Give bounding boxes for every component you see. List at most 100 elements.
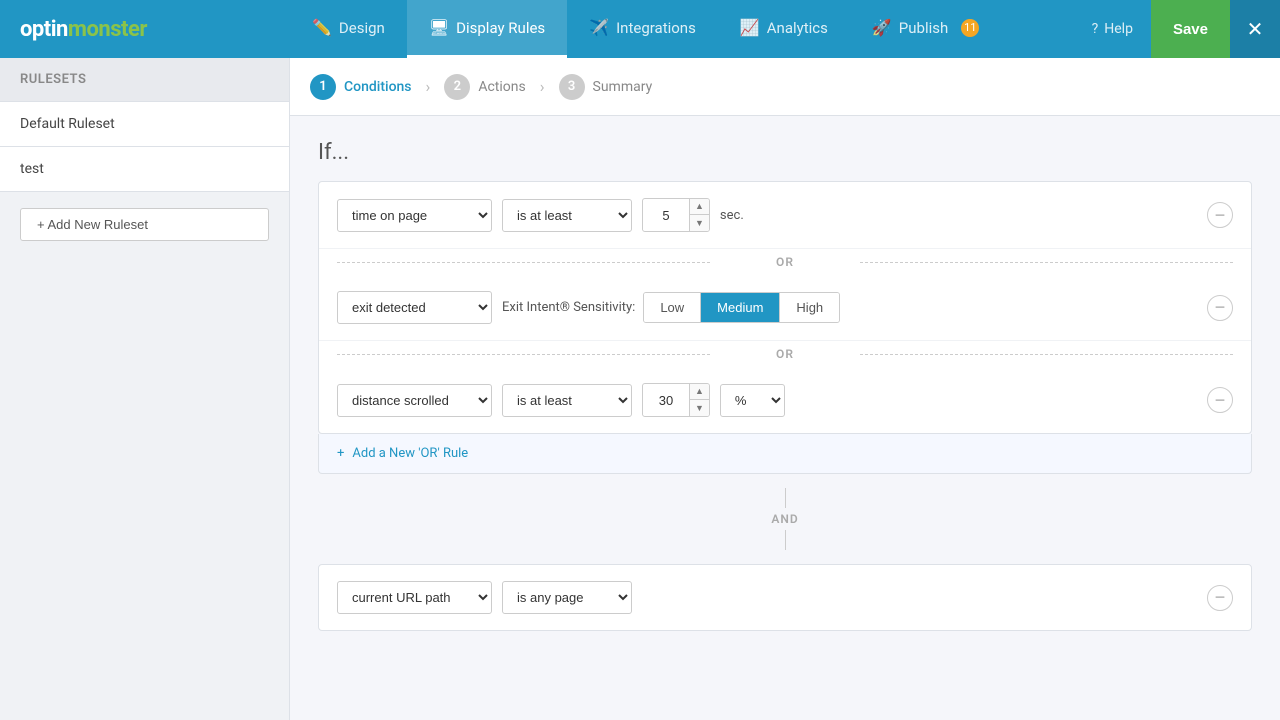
tab-integrations[interactable]: ✈️ Integrations — [567, 0, 718, 58]
sensitivity-label: Exit Intent® Sensitivity: — [502, 300, 635, 315]
sensitivity-low[interactable]: Low — [644, 293, 701, 322]
and-line-bottom — [785, 530, 786, 550]
top-nav: optinmonster ✏️ Design 🖥 Display Rules ✈… — [0, 0, 1280, 58]
tab-display-rules-label: Display Rules — [456, 19, 545, 37]
step-2-label: Actions — [478, 79, 525, 95]
sensitivity-wrap: Exit Intent® Sensitivity: Low Medium Hig… — [502, 292, 1197, 323]
display-rules-icon: 🖥 — [429, 18, 449, 37]
sensitivity-toggle-group: Low Medium High — [643, 292, 840, 323]
rule-row-url: current URL path time on page exit detec… — [319, 565, 1251, 630]
value-input-time-wrap: ▲ ▼ — [642, 198, 710, 232]
sensitivity-medium[interactable]: Medium — [701, 293, 780, 322]
spin-up-time[interactable]: ▲ — [690, 199, 709, 215]
if-label: If... — [318, 140, 1252, 165]
remove-exit-rule[interactable]: − — [1207, 295, 1233, 321]
sidebar-item-test[interactable]: test — [0, 147, 289, 192]
or-divider-1: OR — [319, 249, 1251, 275]
condition-select-url[interactable]: current URL path time on page exit detec… — [337, 581, 492, 614]
main-layout: Rulesets Default Ruleset test + Add New … — [0, 58, 1280, 720]
design-icon: ✏️ — [312, 18, 332, 37]
help-button[interactable]: ? Help — [1074, 0, 1151, 58]
help-label: Help — [1104, 21, 1133, 37]
time-spinners: ▲ ▼ — [689, 199, 709, 231]
tab-design-label: Design — [339, 19, 385, 37]
value-input-time[interactable] — [643, 201, 689, 230]
close-icon: ✕ — [1247, 17, 1264, 41]
step-2-num: 2 — [444, 74, 470, 100]
step-3-num: 3 — [559, 74, 585, 100]
value-input-distance[interactable] — [643, 386, 689, 415]
and-line-top — [785, 488, 786, 508]
and-label: AND — [771, 512, 798, 526]
integrations-icon: ✈️ — [589, 18, 609, 37]
rule-row-exit: exit detected time on page distance scro… — [319, 275, 1251, 341]
tab-analytics-label: Analytics — [767, 19, 828, 37]
tab-analytics[interactable]: 📈 Analytics — [718, 0, 850, 58]
step-arrow-2: › — [540, 77, 545, 96]
step-summary[interactable]: 3 Summary — [559, 74, 653, 100]
rule-row-time: time on page exit detected distance scro… — [319, 182, 1251, 249]
minus-icon-url: − — [1215, 587, 1226, 608]
sidebar-item-default-ruleset[interactable]: Default Ruleset — [0, 102, 289, 147]
sec-label: sec. — [720, 208, 744, 223]
tab-integrations-label: Integrations — [616, 19, 696, 37]
spin-down-time[interactable]: ▼ — [690, 215, 709, 231]
condition-select-exit[interactable]: exit detected time on page distance scro… — [337, 291, 492, 324]
add-or-rule-button[interactable]: + Add a New 'OR' Rule — [318, 434, 1252, 474]
remove-url-rule[interactable]: − — [1207, 585, 1233, 611]
step-conditions[interactable]: 1 Conditions — [310, 74, 412, 100]
tab-display-rules[interactable]: 🖥 Display Rules — [407, 0, 567, 58]
distance-spinners: ▲ ▼ — [689, 384, 709, 416]
rule-row-distance: distance scrolled time on page exit dete… — [319, 367, 1251, 433]
help-icon: ? — [1092, 21, 1099, 37]
or-label-1: OR — [776, 255, 794, 269]
rule-group-1: time on page exit detected distance scro… — [318, 181, 1252, 434]
logo-monster: monster — [68, 17, 147, 42]
remove-time-rule[interactable]: − — [1207, 202, 1233, 228]
operator-select-url[interactable]: is any page is contains starts with ends… — [502, 581, 632, 614]
sidebar-item-label: test — [20, 161, 44, 177]
plus-icon-or: + — [337, 446, 344, 461]
operator-select-time[interactable]: is at least is less than exactly — [502, 199, 632, 232]
condition-select-distance[interactable]: distance scrolled time on page exit dete… — [337, 384, 492, 417]
remove-distance-rule[interactable]: − — [1207, 387, 1233, 413]
steps-bar: 1 Conditions › 2 Actions › 3 Summary — [290, 58, 1280, 116]
or-divider-2: OR — [319, 341, 1251, 367]
tab-publish-label: Publish — [899, 19, 948, 37]
main-area: If... time on page exit detected distanc… — [290, 116, 1280, 655]
or-label-2: OR — [776, 347, 794, 361]
operator-select-distance[interactable]: is at least is less than exactly — [502, 384, 632, 417]
logo: optinmonster — [20, 17, 147, 42]
sensitivity-high[interactable]: High — [780, 293, 839, 322]
unit-select-distance[interactable]: % px — [720, 384, 785, 417]
minus-icon-distance: − — [1215, 390, 1226, 411]
step-1-num: 1 — [310, 74, 336, 100]
sidebar-item-label: Default Ruleset — [20, 116, 115, 132]
analytics-icon: 📈 — [740, 18, 760, 37]
logo-optin: optin — [20, 17, 68, 42]
sidebar: Rulesets Default Ruleset test + Add New … — [0, 58, 290, 720]
nav-tabs: ✏️ Design 🖥 Display Rules ✈️ Integration… — [290, 0, 1074, 58]
and-divider: AND — [318, 474, 1252, 564]
save-button[interactable]: Save — [1151, 0, 1230, 58]
minus-icon: − — [1215, 205, 1226, 226]
step-arrow-1: › — [426, 77, 431, 96]
tab-design[interactable]: ✏️ Design — [290, 0, 407, 58]
step-actions[interactable]: 2 Actions — [444, 74, 525, 100]
spin-down-distance[interactable]: ▼ — [690, 400, 709, 416]
content-area: 1 Conditions › 2 Actions › 3 Summary If.… — [290, 58, 1280, 720]
sidebar-section-title: Rulesets — [0, 58, 289, 102]
condition-select-time[interactable]: time on page exit detected distance scro… — [337, 199, 492, 232]
publish-badge: 11 — [961, 19, 979, 37]
logo-area: optinmonster — [0, 17, 290, 42]
minus-icon-exit: − — [1215, 297, 1226, 318]
rule-group-2: current URL path time on page exit detec… — [318, 564, 1252, 631]
value-input-distance-wrap: ▲ ▼ — [642, 383, 710, 417]
add-ruleset-button[interactable]: + Add New Ruleset — [20, 208, 269, 241]
publish-icon: 🚀 — [872, 18, 892, 37]
tab-publish[interactable]: 🚀 Publish 11 — [850, 0, 1001, 58]
close-button[interactable]: ✕ — [1230, 0, 1280, 58]
spin-up-distance[interactable]: ▲ — [690, 384, 709, 400]
nav-right: ? Help Save ✕ — [1074, 0, 1280, 58]
step-1-label: Conditions — [344, 79, 412, 95]
